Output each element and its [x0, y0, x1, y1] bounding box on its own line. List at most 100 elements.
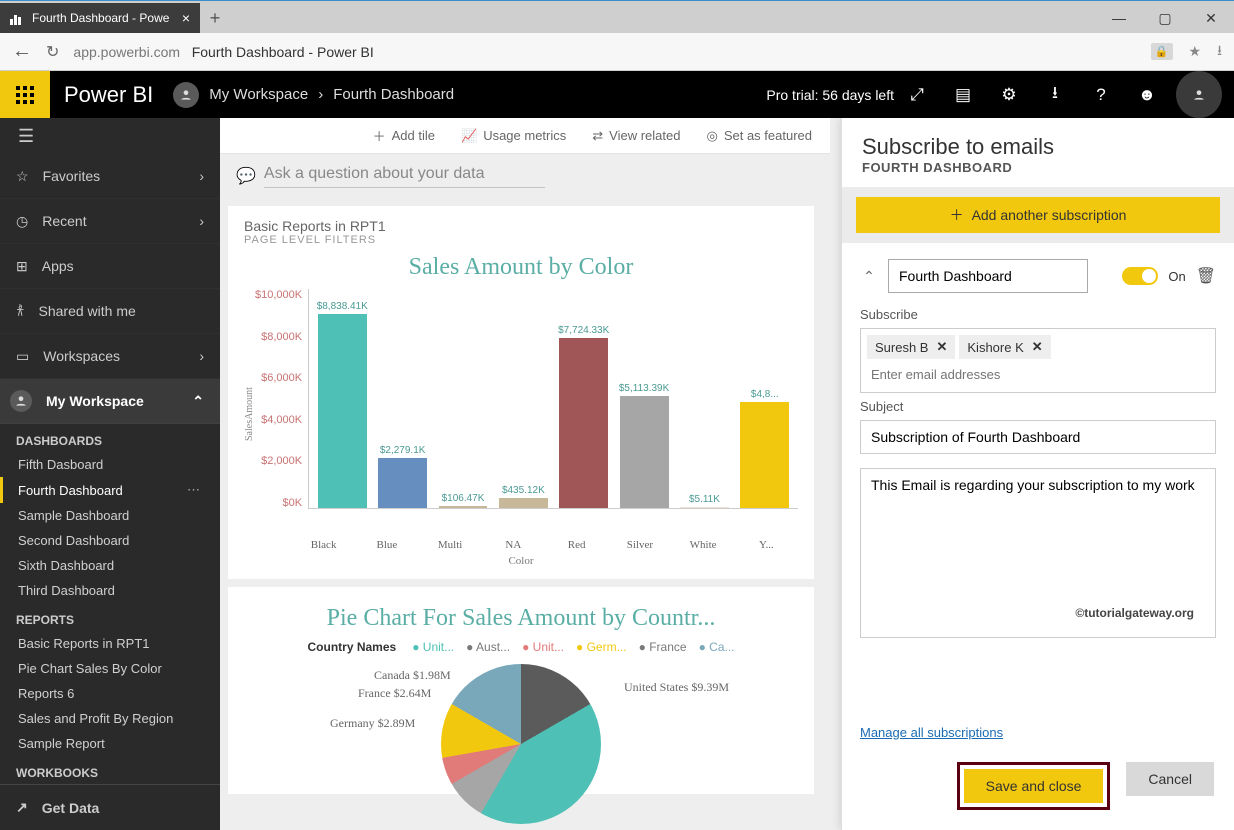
recipient-chip[interactable]: Suresh B✕: [867, 335, 955, 359]
add-tile-button[interactable]: ＋Add tile: [373, 126, 435, 145]
bar: $5,113.39K: [617, 396, 671, 508]
shared-icon: 𐀪: [16, 302, 25, 321]
related-icon: ⇄: [592, 128, 603, 144]
dashboards-header: DASHBOARDS: [0, 424, 220, 452]
nav-recent[interactable]: ◷ Recent ›: [0, 199, 220, 244]
sidebar-report-item[interactable]: Reports 6: [0, 681, 220, 706]
bar: $4,8...: [738, 402, 792, 508]
sidebar-report-item[interactable]: Basic Reports in RPT1: [0, 631, 220, 656]
minimize-icon[interactable]: —: [1096, 3, 1142, 33]
sidebar-dashboard-item[interactable]: Sample Dashboard: [0, 503, 220, 528]
new-tab-button[interactable]: +: [200, 3, 230, 33]
breadcrumb: My Workspace › Fourth Dashboard: [209, 86, 454, 103]
download-icon[interactable]: ⭳: [1032, 71, 1078, 118]
usage-metrics-button[interactable]: 📈Usage metrics: [461, 128, 566, 144]
chevron-right-icon: ›: [318, 86, 323, 103]
app-launcher-icon[interactable]: [0, 71, 50, 118]
star-icon: ☆: [16, 168, 29, 185]
refresh-icon[interactable]: ↻: [46, 42, 59, 62]
chevron-right-icon: ›: [199, 168, 204, 184]
metrics-icon: 📈: [461, 128, 477, 144]
nav-my-workspace[interactable]: My Workspace ⌃: [0, 379, 220, 424]
crumb-dashboard[interactable]: Fourth Dashboard: [333, 86, 454, 103]
browser-tab[interactable]: Fourth Dashboard - Powe ×: [0, 3, 200, 33]
nav-workspaces[interactable]: ▭ Workspaces ›: [0, 334, 220, 379]
chevron-right-icon: ›: [199, 213, 204, 229]
remove-icon[interactable]: ✕: [1032, 339, 1043, 355]
workspaces-icon: ▭: [16, 348, 29, 365]
workbooks-header: WORKBOOKS: [0, 756, 220, 784]
sidebar-dashboard-item[interactable]: Sixth Dashboard: [0, 553, 220, 578]
fullscreen-icon[interactable]: ⤢: [894, 71, 940, 118]
save-and-close-button[interactable]: Save and close: [964, 769, 1104, 803]
view-related-button[interactable]: ⇄View related: [592, 128, 680, 144]
sidebar-dashboard-item[interactable]: Fourth Dashboard⋯: [0, 477, 220, 503]
delete-icon[interactable]: 🗑: [1196, 266, 1216, 286]
sidebar-report-item[interactable]: Pie Chart Sales By Color: [0, 656, 220, 681]
url-display[interactable]: app.powerbi.com Fourth Dashboard - Power…: [73, 44, 373, 60]
arrow-icon: ↗: [16, 799, 28, 816]
panel-subtitle: FOURTH DASHBOARD: [862, 160, 1214, 175]
apps-icon: ⊞: [16, 258, 28, 275]
back-icon[interactable]: ←: [12, 40, 32, 63]
watermark: ©tutorialgateway.org: [1075, 606, 1194, 620]
y-axis-ticks: $10,000K$8,000K$6,000K$4,000K$2,000K$0K: [255, 289, 308, 509]
crumb-workspace[interactable]: My Workspace: [209, 86, 308, 103]
report-tile-bar[interactable]: Basic Reports in RPT1 PAGE LEVEL FILTERS…: [228, 206, 814, 579]
recipient-chip[interactable]: Kishore K✕: [959, 335, 1050, 359]
close-icon[interactable]: ×: [182, 10, 190, 26]
browser-tab-strip: Fourth Dashboard - Powe × + — ▢ ✕: [0, 0, 1234, 33]
comments-icon[interactable]: ▤: [940, 71, 986, 118]
featured-icon: ◎: [706, 128, 717, 144]
enable-toggle[interactable]: [1122, 267, 1158, 285]
chevron-right-icon: ›: [199, 348, 204, 364]
remove-icon[interactable]: ✕: [936, 339, 947, 355]
report-tile-pie[interactable]: Pie Chart For Sales Amount by Countr... …: [228, 587, 814, 794]
cancel-button[interactable]: Cancel: [1126, 762, 1214, 796]
subject-input[interactable]: [860, 420, 1216, 454]
nav-shared[interactable]: 𐀪 Shared with me: [0, 289, 220, 334]
feedback-icon[interactable]: ☻: [1124, 71, 1170, 118]
person-icon: [10, 390, 32, 412]
subscription-name-input[interactable]: [888, 259, 1088, 293]
highlight-box: Save and close: [957, 762, 1111, 810]
bar: $8,838.41K: [315, 314, 369, 508]
bar: $2,279.1K: [375, 458, 429, 508]
window-controls: — ▢ ✕: [1096, 3, 1234, 33]
manage-subscriptions-link[interactable]: Manage all subscriptions: [842, 713, 1234, 752]
sidebar-dashboard-item[interactable]: Fifth Dasboard: [0, 452, 220, 477]
powerbi-icon: [10, 11, 24, 25]
add-subscription-button[interactable]: ＋ Add another subscription: [856, 197, 1220, 233]
collapse-icon[interactable]: ⌃: [860, 267, 878, 285]
clock-icon: ◷: [16, 213, 28, 230]
close-window-icon[interactable]: ✕: [1188, 3, 1234, 33]
bar: $106.47K: [436, 506, 490, 508]
lock-icon[interactable]: 🔒: [1151, 43, 1173, 60]
maximize-icon[interactable]: ▢: [1142, 3, 1188, 33]
download-icon[interactable]: ⭳: [1217, 40, 1222, 64]
bar: $7,724.33K: [557, 338, 611, 508]
bar: $5.11K: [677, 507, 731, 508]
sidebar-report-item[interactable]: Sales and Profit By Region: [0, 706, 220, 731]
help-icon[interactable]: ?: [1078, 71, 1124, 118]
sidebar-report-item[interactable]: Sample Report: [0, 731, 220, 756]
nav-apps[interactable]: ⊞ Apps: [0, 244, 220, 289]
more-icon[interactable]: ⋯: [187, 482, 202, 498]
plus-icon: ＋: [373, 126, 386, 145]
get-data-button[interactable]: ↗ Get Data: [0, 784, 220, 830]
sidebar-dashboard-item[interactable]: Third Dashboard: [0, 578, 220, 603]
hamburger-icon[interactable]: ☰: [0, 118, 220, 154]
pie-legend: Country NamesUnit...Aust...Unit...Germ..…: [244, 640, 798, 654]
panel-title: Subscribe to emails: [862, 134, 1214, 160]
sidebar: ☰ ☆ Favorites › ◷ Recent › ⊞ Apps 𐀪 Shar…: [0, 118, 220, 830]
recipients-input[interactable]: Suresh B✕ Kishore K✕: [860, 328, 1216, 393]
user-avatar-icon[interactable]: [1176, 71, 1222, 118]
sidebar-dashboard-item[interactable]: Second Dashboard: [0, 528, 220, 553]
nav-favorites[interactable]: ☆ Favorites ›: [0, 154, 220, 199]
favorite-icon[interactable]: ★: [1189, 43, 1202, 60]
y-axis-label: SalesAmount: [244, 289, 255, 539]
settings-icon[interactable]: ⚙: [986, 71, 1032, 118]
set-featured-button[interactable]: ◎Set as featured: [706, 128, 812, 144]
qna-input[interactable]: 💬 Ask a question about your data: [220, 154, 830, 198]
email-input[interactable]: [867, 363, 1209, 386]
